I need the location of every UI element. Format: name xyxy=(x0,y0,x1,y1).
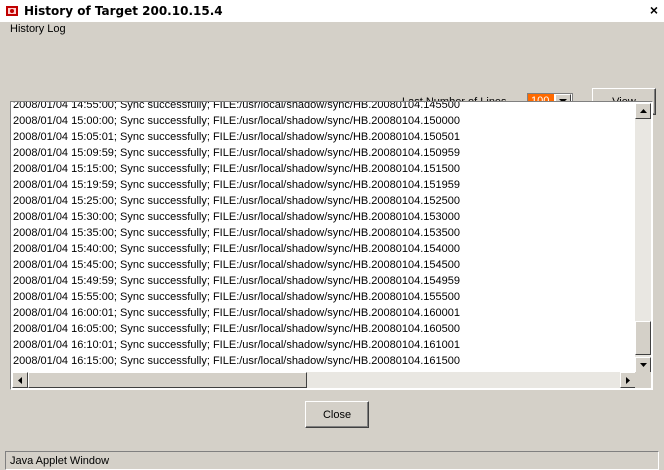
log-line: 2008/01/04 15:30:00; Sync successfully; … xyxy=(13,211,461,223)
log-line: 2008/01/04 15:15:00; Sync successfully; … xyxy=(13,163,461,175)
log-line: 2008/01/04 16:05:00; Sync successfully; … xyxy=(13,323,461,335)
arrow-right-icon xyxy=(626,376,630,384)
log-text-area[interactable]: 2008/01/04 14:55:00; Sync successfully; … xyxy=(11,101,632,371)
log-line: 2008/01/04 15:19:59; Sync successfully; … xyxy=(13,179,461,191)
scroll-up-button[interactable] xyxy=(635,103,651,119)
close-button[interactable]: Close xyxy=(305,401,369,428)
history-log-panel[interactable]: 2008/01/04 14:55:00; Sync successfully; … xyxy=(10,101,653,390)
log-line: 2008/01/04 16:10:01; Sync successfully; … xyxy=(13,339,461,351)
log-line: 2008/01/04 15:00:00; Sync successfully; … xyxy=(13,115,461,127)
title-bar[interactable]: History of Target 200.10.15.4 × xyxy=(0,0,664,22)
scroll-right-button[interactable] xyxy=(620,372,636,388)
log-line: 2008/01/04 15:45:00; Sync successfully; … xyxy=(13,259,461,271)
close-window-icon[interactable]: × xyxy=(646,2,662,19)
scrollbar-corner xyxy=(635,372,651,388)
log-line: 2008/01/04 15:35:00; Sync successfully; … xyxy=(13,227,461,239)
window-title: History of Target 200.10.15.4 xyxy=(24,4,223,18)
log-line: 2008/01/04 16:00:01; Sync successfully; … xyxy=(13,307,461,319)
vertical-scrollbar[interactable] xyxy=(635,103,651,373)
java-applet-icon xyxy=(6,6,18,16)
log-line: 2008/01/04 15:09:59; Sync successfully; … xyxy=(13,147,461,159)
scroll-left-button[interactable] xyxy=(12,372,28,388)
log-line: 2008/01/04 15:49:59; Sync successfully; … xyxy=(13,275,461,287)
log-line: 2008/01/04 14:55:00; Sync successfully; … xyxy=(13,101,461,111)
arrow-left-icon xyxy=(18,376,22,384)
horizontal-scroll-thumb[interactable] xyxy=(28,372,307,388)
arrow-up-icon xyxy=(639,109,647,113)
log-line: 2008/01/04 15:25:00; Sync successfully; … xyxy=(13,195,461,207)
log-line: 2008/01/04 15:55:00; Sync successfully; … xyxy=(13,291,461,303)
scroll-down-button[interactable] xyxy=(635,357,651,373)
horizontal-scrollbar[interactable] xyxy=(12,372,636,388)
history-log-label: History Log xyxy=(10,23,66,35)
arrow-down-icon xyxy=(639,363,647,367)
log-line: 2008/01/04 15:40:00; Sync successfully; … xyxy=(13,243,461,255)
log-line: 2008/01/04 15:05:01; Sync successfully; … xyxy=(13,131,461,143)
log-line: 2008/01/04 16:15:00; Sync successfully; … xyxy=(13,355,461,367)
vertical-scroll-thumb[interactable] xyxy=(635,321,651,355)
status-bar: Java Applet Window xyxy=(5,451,659,470)
